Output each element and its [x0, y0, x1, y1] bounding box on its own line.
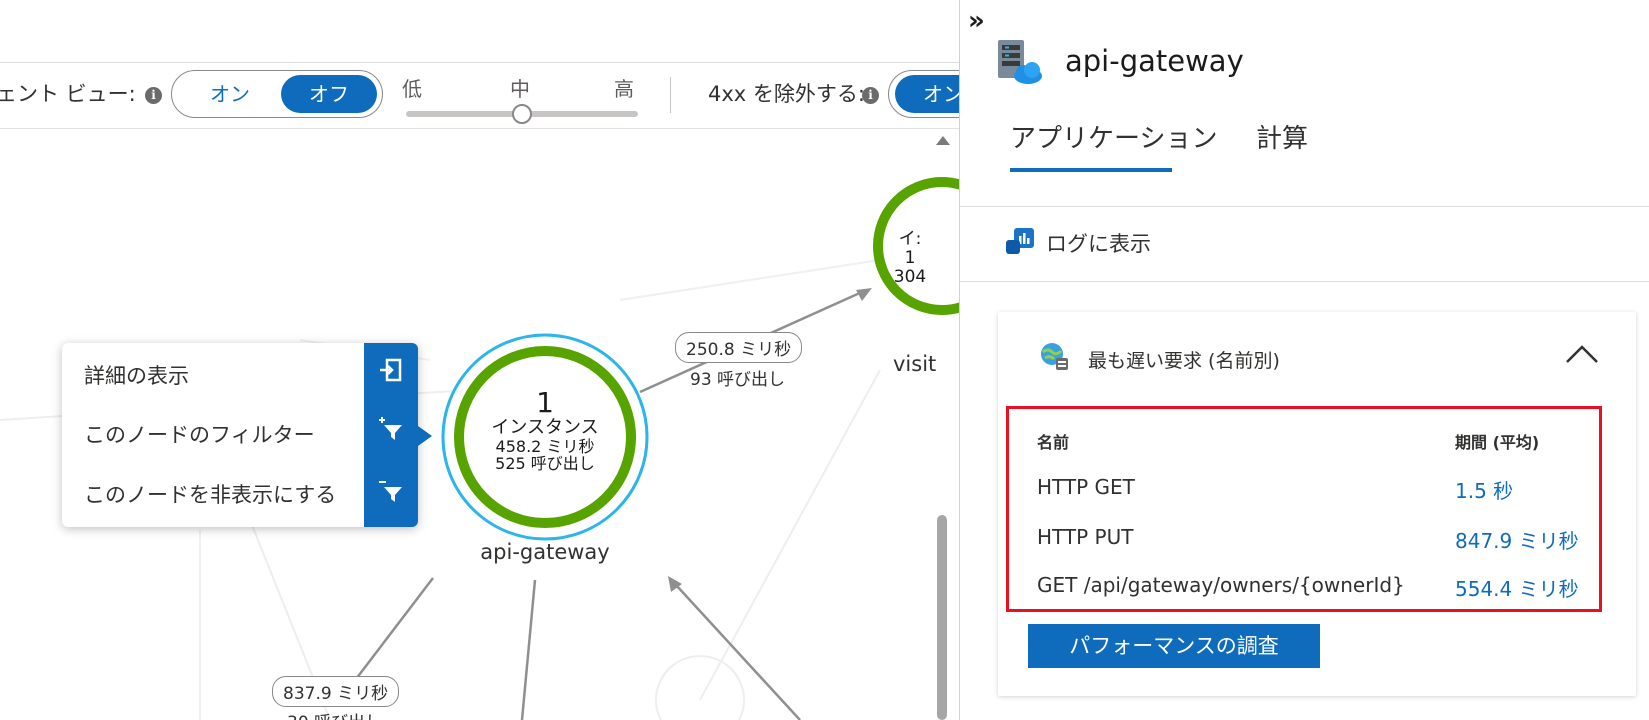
- column-header-name: 名前: [1037, 433, 1070, 452]
- info-icon[interactable]: i: [145, 87, 162, 104]
- faded-node[interactable]: [655, 655, 745, 720]
- instance-count: 1: [536, 386, 554, 419]
- exclude-4xx-toggle[interactable]: オン: [888, 70, 960, 118]
- menu-icon-bar: [364, 343, 418, 527]
- visits-node-name: visit: [893, 352, 937, 376]
- node-calls: 525 呼び出し: [495, 454, 595, 473]
- edge-line: [675, 584, 801, 720]
- node-summary: 1 インスタンス 458.2 ミリ秒 525 呼び出し: [440, 386, 650, 473]
- filter-remove-icon[interactable]: [378, 477, 404, 503]
- visits-node-line: 1: [904, 248, 916, 268]
- toggle-on-option[interactable]: オン: [895, 75, 960, 113]
- divider: [960, 281, 1649, 282]
- investigate-performance-button[interactable]: パフォーマンスの調査: [1028, 624, 1320, 668]
- toolbar-divider: [670, 77, 671, 113]
- node-duration: 458.2 ミリ秒: [495, 437, 595, 456]
- scroll-up-arrow-icon[interactable]: [936, 136, 950, 145]
- menu-pointer: [418, 426, 432, 446]
- panel-title: api-gateway: [1065, 44, 1244, 78]
- node-name: api-gateway: [480, 540, 610, 564]
- request-name: GET /api/gateway/owners/{ownerId}: [1037, 573, 1405, 597]
- column-header-duration: 期間 (平均): [1455, 433, 1540, 452]
- request-globe-icon: [1041, 343, 1068, 370]
- request-duration-link[interactable]: 847.9 ミリ秒: [1455, 525, 1579, 554]
- view-label: ェント ビュー:: [0, 82, 136, 106]
- instance-label: インスタンス: [491, 417, 599, 438]
- vertical-scrollbar-thumb[interactable]: [937, 515, 947, 720]
- details-icon[interactable]: [378, 357, 404, 383]
- details-panel: » api-gateway アプリケーション 計算 ログに表示 最も遅い要求 (…: [959, 0, 1649, 720]
- slowest-requests-card: 最も遅い要求 (名前別) 名前 期間 (平均) HTTP GET 1.5 秒 H…: [998, 312, 1636, 696]
- logs-icon: [1006, 228, 1034, 254]
- edge-calls-label: 30 呼び出し: [287, 708, 382, 720]
- visits-node-summary: イ: 1 304: [880, 230, 940, 287]
- edge-calls-label: 93 呼び出し: [690, 370, 786, 390]
- edge-line: [520, 579, 537, 720]
- request-duration-link[interactable]: 554.4 ミリ秒: [1455, 573, 1579, 602]
- request-duration-link[interactable]: 1.5 秒: [1455, 475, 1513, 504]
- slider-mid-label: 中: [510, 77, 530, 101]
- visits-node-line: イ:: [898, 229, 922, 249]
- logs-link-label: ログに表示: [1046, 232, 1151, 256]
- toggle-off-option[interactable]: オフ: [281, 75, 377, 113]
- chevron-up-icon[interactable]: [1564, 342, 1600, 366]
- menu-item-filter-node[interactable]: このノードのフィルター: [84, 419, 315, 449]
- edge-duration-label: 250.8 ミリ秒: [675, 332, 803, 363]
- info-icon[interactable]: i: [862, 87, 879, 104]
- collapse-panel-button[interactable]: »: [968, 6, 985, 36]
- sensitivity-slider-thumb[interactable]: [512, 104, 532, 124]
- view-toggle[interactable]: オン オフ: [171, 70, 383, 118]
- active-tab-indicator: [1010, 168, 1172, 172]
- tab-compute[interactable]: 計算: [1256, 118, 1308, 155]
- menu-item-view-details[interactable]: 詳細の表示: [84, 360, 189, 390]
- visits-node-line: 304: [893, 267, 927, 287]
- slowest-requests-table: 名前 期間 (平均) HTTP GET 1.5 秒 HTTP PUT 847.9…: [1006, 406, 1602, 612]
- edge-duration-label: 837.9 ミリ秒: [272, 676, 400, 707]
- card-title: 最も遅い要求 (名前別): [1088, 350, 1280, 372]
- filter-add-icon[interactable]: [378, 415, 404, 441]
- map-toolbar: ェント ビュー: i オン オフ 低 中 高 4xx を除外する: i オン: [0, 63, 960, 129]
- toggle-on-option[interactable]: オン: [180, 75, 280, 113]
- tab-application[interactable]: アプリケーション: [1010, 118, 1217, 155]
- app-service-icon: [998, 40, 1042, 84]
- divider: [960, 206, 1649, 207]
- exclude-4xx-label: 4xx を除外する:: [708, 82, 865, 106]
- slider-high-label: 高: [614, 77, 634, 101]
- request-name: HTTP GET: [1037, 475, 1135, 499]
- menu-item-hide-node[interactable]: このノードを非表示にする: [84, 479, 336, 509]
- slider-low-label: 低: [402, 77, 422, 101]
- request-name: HTTP PUT: [1037, 525, 1134, 549]
- application-map[interactable]: 250.8 ミリ秒 93 呼び出し 837.9 ミリ秒 30 呼び出し 1 イン…: [0, 0, 960, 720]
- node-context-menu: 詳細の表示 このノードのフィルター このノードを非表示にする: [62, 343, 432, 527]
